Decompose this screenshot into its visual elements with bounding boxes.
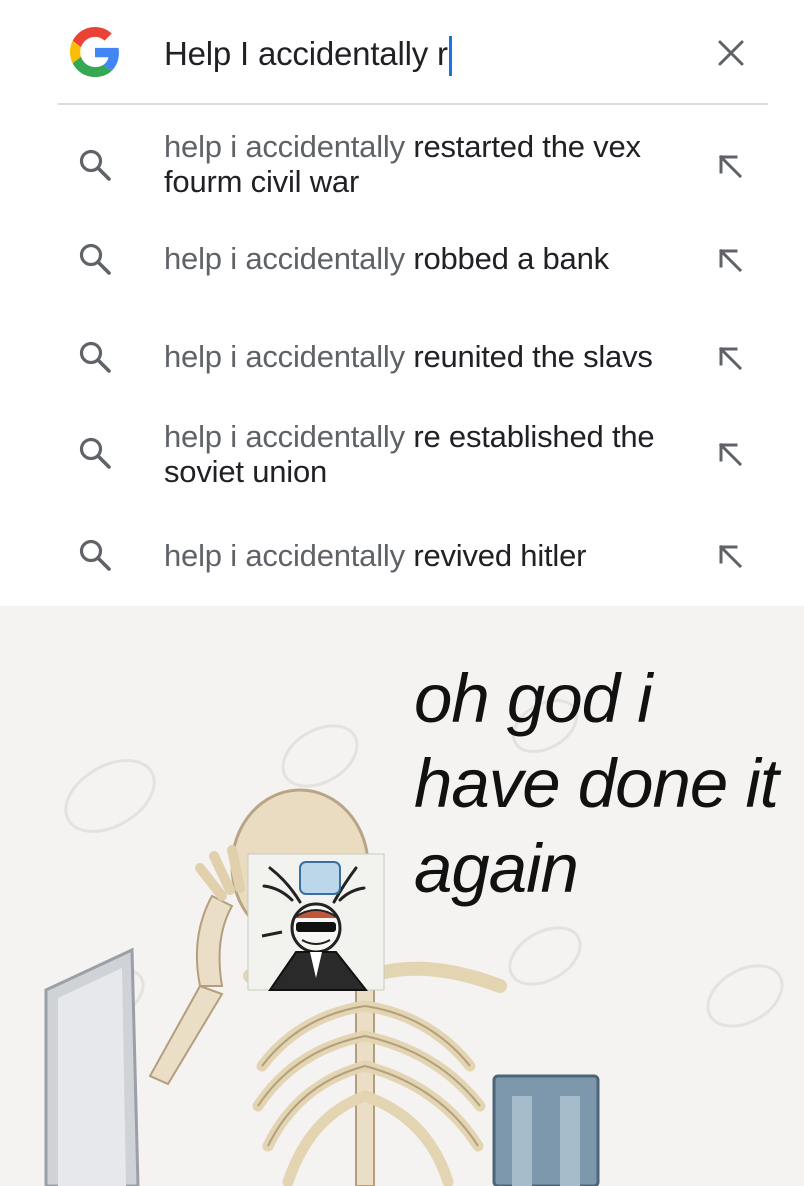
search-icon bbox=[79, 149, 111, 181]
suggestion-completion: robbed a bank bbox=[413, 241, 609, 276]
suggestion-item[interactable]: help i accidentally reunited the slavs bbox=[0, 324, 804, 394]
search-query-text[interactable]: Help I accidentally r bbox=[164, 35, 448, 73]
suggestion-prefix: help i accidentally bbox=[164, 241, 414, 276]
suggestion-prefix: help i accidentally bbox=[164, 339, 414, 374]
search-input[interactable]: Help I accidentally r bbox=[164, 30, 452, 78]
suggestion-item[interactable]: help i accidentally revived hitler bbox=[0, 524, 804, 594]
suggestion-item[interactable]: help i accidentally robbed a bank bbox=[0, 226, 804, 296]
search-icon bbox=[79, 341, 111, 373]
arrow-up-left-icon[interactable] bbox=[714, 438, 746, 470]
arrow-up-left-icon[interactable] bbox=[714, 244, 746, 276]
suggestion-prefix: help i accidentally bbox=[164, 419, 414, 454]
meme-image: oh god i have done it again bbox=[0, 606, 804, 1186]
arrow-up-left-icon[interactable] bbox=[714, 342, 746, 374]
suggestion-item[interactable]: help i accidentally re established the s… bbox=[0, 406, 804, 506]
meme-caption: oh god i have done it again bbox=[414, 660, 779, 907]
suggestion-label: help i accidentally reunited the slavs bbox=[164, 339, 694, 374]
arrow-up-left-icon[interactable] bbox=[714, 540, 746, 572]
suggestion-label: help i accidentally restarted the vex fo… bbox=[164, 129, 694, 199]
suggestion-label: help i accidentally re established the s… bbox=[164, 419, 694, 489]
suggestion-prefix: help i accidentally bbox=[164, 129, 414, 164]
arrow-up-left-icon[interactable] bbox=[714, 150, 746, 182]
suggestion-label: help i accidentally revived hitler bbox=[164, 538, 694, 573]
suggestion-completion: revived hitler bbox=[413, 538, 587, 573]
suggestion-completion: reunited the slavs bbox=[413, 339, 653, 374]
suggestion-item[interactable]: help i accidentally restarted the vex fo… bbox=[0, 114, 804, 214]
search-icon bbox=[79, 539, 111, 571]
google-g-logo-icon[interactable] bbox=[70, 27, 120, 77]
text-caret bbox=[448, 36, 452, 76]
suggestion-prefix: help i accidentally bbox=[164, 538, 414, 573]
search-header: Help I accidentally r bbox=[0, 0, 804, 105]
close-icon[interactable] bbox=[717, 39, 745, 67]
search-icon bbox=[79, 437, 111, 469]
header-divider bbox=[58, 103, 768, 105]
search-icon bbox=[79, 243, 111, 275]
suggestion-label: help i accidentally robbed a bank bbox=[164, 241, 694, 276]
clear-search-button[interactable] bbox=[712, 34, 750, 72]
